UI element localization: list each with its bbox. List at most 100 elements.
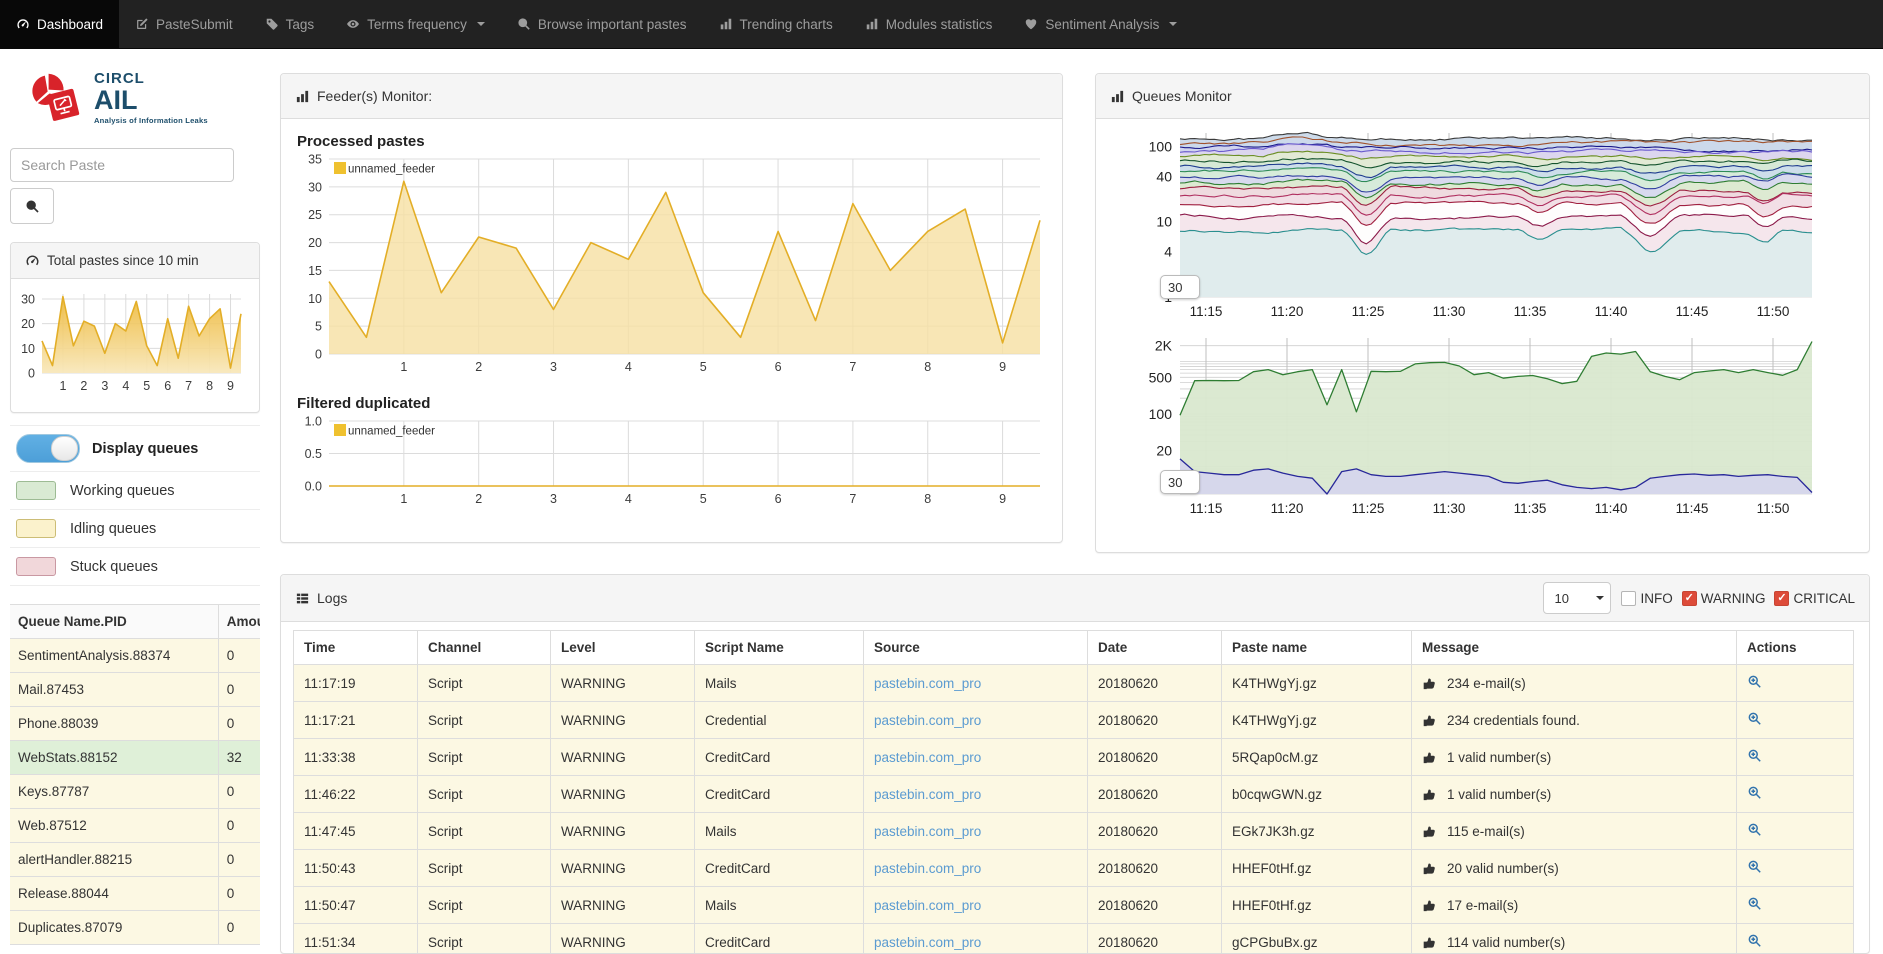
checkbox-critical[interactable]: ✓ [1774, 591, 1789, 606]
queues-top-chart[interactable]: 14104010011:1511:2011:2511:3011:3511:401… [1108, 127, 1857, 330]
nav-item-sentiment-analysis[interactable]: Sentiment Analysis [1008, 0, 1193, 48]
navbar-items: DashboardPasteSubmitTagsTerms frequencyB… [0, 0, 1883, 48]
svg-text:3: 3 [550, 360, 557, 374]
filter-info[interactable]: INFO [1621, 591, 1672, 606]
queue-col-queue-name-pid: Queue Name.PID [10, 605, 218, 639]
log-paste-name: EGk7JK3h.gz [1222, 813, 1412, 850]
queue-amount: 0 [218, 877, 260, 911]
search-plus-icon[interactable] [1747, 711, 1762, 726]
log-row: 11:51:34ScriptWARNINGCreditCardpastebin.… [294, 924, 1854, 954]
nav-item-tags[interactable]: Tags [249, 0, 331, 48]
search-plus-icon[interactable] [1747, 896, 1762, 911]
svg-text:11:45: 11:45 [1676, 501, 1709, 516]
log-paste-name: HHEF0tHf.gz [1222, 887, 1412, 924]
log-source-link[interactable]: pastebin.com_pro [874, 824, 981, 839]
ail-logo-icon [28, 70, 86, 126]
queue-amount: 0 [218, 843, 260, 877]
search-input[interactable] [10, 148, 234, 182]
search-plus-icon[interactable] [1747, 785, 1762, 800]
thumbs-up-icon [1422, 787, 1437, 802]
log-paste-name: b0cqwGWN.gz [1222, 776, 1412, 813]
log-source-link[interactable]: pastebin.com_pro [874, 676, 981, 691]
svg-text:5: 5 [315, 320, 322, 334]
queues-top-range-input[interactable]: 30 [1160, 275, 1200, 299]
log-source-link[interactable]: pastebin.com_pro [874, 898, 981, 913]
queue-amount: 0 [218, 775, 260, 809]
queue-col-amount: Amount [218, 605, 260, 639]
queue-name: SentimentAnalysis.88374 [10, 639, 218, 673]
log-row: 11:17:21ScriptWARNINGCredentialpastebin.… [294, 702, 1854, 739]
nav-item-trending-charts[interactable]: Trending charts [703, 0, 849, 48]
queue-name: Release.88044 [10, 877, 218, 911]
logs-col-date: Date [1088, 631, 1222, 665]
log-source-link[interactable]: pastebin.com_pro [874, 750, 981, 765]
search-plus-icon[interactable] [1747, 822, 1762, 837]
log-script: CreditCard [695, 776, 864, 813]
log-source-link[interactable]: pastebin.com_pro [874, 861, 981, 876]
queues-bottom-chart[interactable]: 5201005002K11:1511:2011:2511:3011:3511:4… [1108, 330, 1857, 527]
search-plus-icon[interactable] [1747, 748, 1762, 763]
svg-text:100: 100 [1149, 406, 1173, 422]
svg-text:1: 1 [400, 360, 407, 374]
svg-text:11:30: 11:30 [1433, 304, 1466, 319]
log-script: CreditCard [695, 850, 864, 887]
log-source-link[interactable]: pastebin.com_pro [874, 787, 981, 802]
svg-text:20: 20 [1156, 443, 1172, 459]
nav-item-dashboard[interactable]: Dashboard [0, 0, 119, 48]
svg-text:30: 30 [308, 180, 322, 194]
logs-col-level: Level [551, 631, 695, 665]
filtered-duplicated-chart[interactable]: 0.00.51.0123456789unnamed_feeder [295, 416, 1048, 515]
search-button[interactable] [10, 188, 54, 224]
checkbox-info[interactable] [1621, 591, 1636, 606]
nav-item-browse-important-pastes[interactable]: Browse important pastes [501, 0, 703, 48]
log-date: 20180620 [1088, 776, 1222, 813]
log-message: 234 e-mail(s) [1447, 676, 1526, 691]
log-channel: Script [418, 813, 551, 850]
display-queues-toggle[interactable] [16, 434, 80, 463]
circl-ail-logo: CIRCL AIL Analysis of Information Leaks [28, 70, 260, 126]
log-script: CreditCard [695, 739, 864, 776]
log-source-link[interactable]: pastebin.com_pro [874, 935, 981, 950]
chevron-down-icon [1169, 22, 1177, 26]
log-script: Credential [695, 702, 864, 739]
logs-page-size-select[interactable]: 10 [1543, 582, 1611, 614]
logs-col-time: Time [294, 631, 418, 665]
legend-swatch [16, 519, 56, 538]
logs-col-source: Source [864, 631, 1088, 665]
legend-idling-queues: Idling queues [10, 509, 260, 547]
log-row: 11:47:45ScriptWARNINGMailspastebin.com_p… [294, 813, 1854, 850]
log-date: 20180620 [1088, 702, 1222, 739]
svg-text:2: 2 [80, 379, 87, 393]
svg-text:8: 8 [924, 492, 931, 506]
processed-pastes-chart[interactable]: 05101520253035123456789unnamed_feeder [295, 154, 1048, 385]
svg-text:0.5: 0.5 [305, 447, 322, 461]
svg-text:1.0: 1.0 [305, 416, 322, 429]
svg-text:11:45: 11:45 [1676, 304, 1709, 319]
svg-text:11:20: 11:20 [1271, 304, 1304, 319]
search-plus-icon[interactable] [1747, 674, 1762, 689]
log-channel: Script [418, 924, 551, 954]
queue-amount: 0 [218, 707, 260, 741]
svg-text:4: 4 [122, 379, 129, 393]
nav-item-terms-frequency[interactable]: Terms frequency [330, 0, 501, 48]
queue-name: Keys.87787 [10, 775, 218, 809]
svg-text:5: 5 [143, 379, 150, 393]
bar-chart-icon [295, 89, 310, 104]
nav-item-modules-statistics[interactable]: Modules statistics [849, 0, 1009, 48]
queue-row: WebStats.8815232 [10, 741, 260, 775]
log-source-link[interactable]: pastebin.com_pro [874, 713, 981, 728]
svg-text:3: 3 [550, 492, 557, 506]
filter-critical[interactable]: ✓CRITICAL [1774, 591, 1855, 606]
legend-stuck-queues: Stuck queues [10, 547, 260, 586]
queue-row: Keys.877870 [10, 775, 260, 809]
queues-bottom-range-input[interactable]: 30 [1160, 470, 1200, 494]
checkbox-warning[interactable]: ✓ [1682, 591, 1697, 606]
legend-working-queues: Working queues [10, 471, 260, 509]
nav-item-pastesubmit[interactable]: PasteSubmit [119, 0, 249, 48]
log-paste-name: K4THWgYj.gz [1222, 702, 1412, 739]
search-plus-icon[interactable] [1747, 859, 1762, 874]
thumbs-up-icon [1422, 898, 1437, 913]
feeder-monitor-title: Feeder(s) Monitor: [317, 88, 432, 104]
log-time: 11:50:47 [294, 887, 418, 924]
filter-warning[interactable]: ✓WARNING [1682, 591, 1766, 606]
